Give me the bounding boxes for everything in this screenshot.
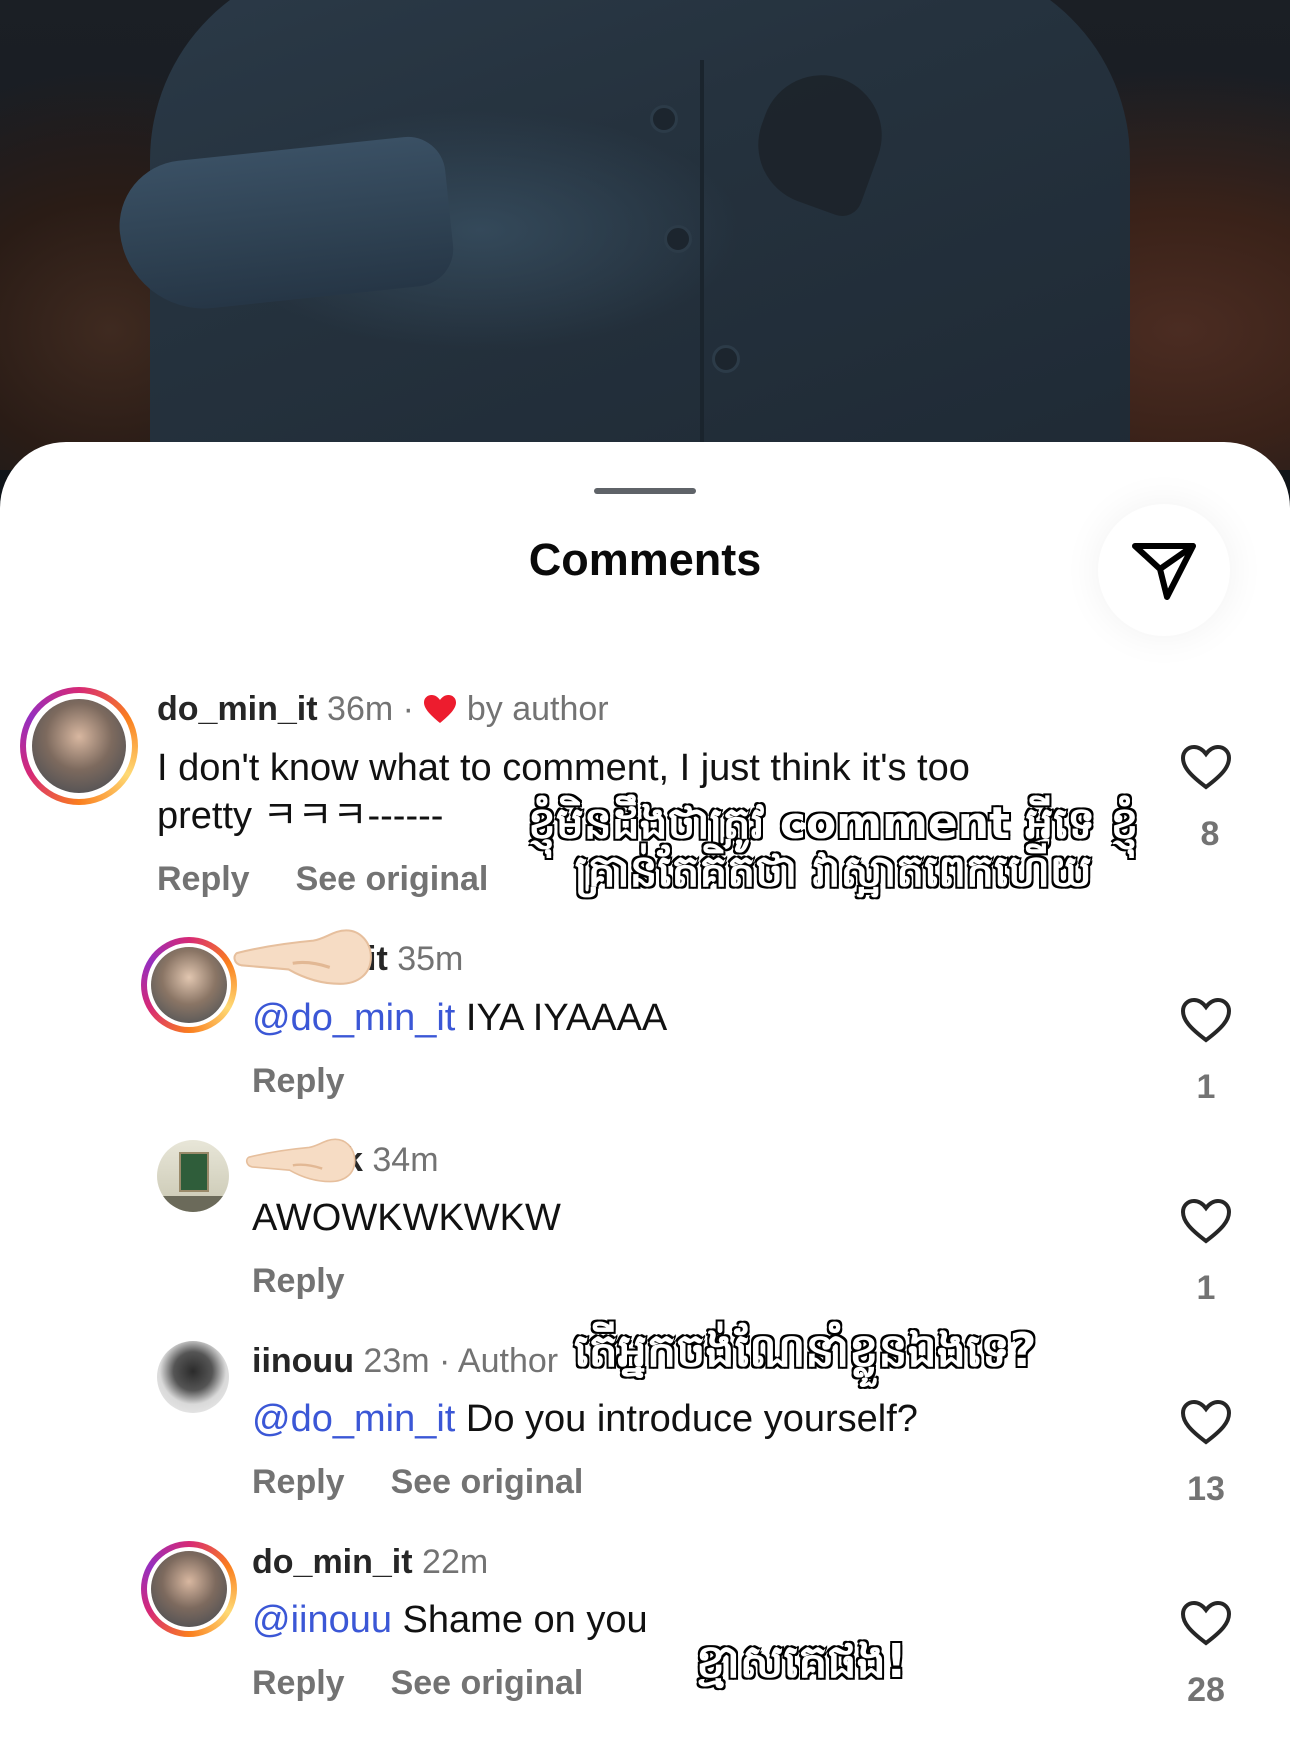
see-original-button[interactable]: See original (391, 1463, 584, 1501)
comment-time: 34m (372, 1141, 439, 1179)
like-count: 8 (1200, 815, 1220, 853)
see-original-button[interactable]: See original (296, 860, 489, 898)
comment-text: AWOWKWKWKW (252, 1197, 561, 1239)
comment-text: Shame on you (392, 1599, 648, 1641)
comment-username[interactable]: do_min_it (252, 1543, 413, 1581)
heart-outline-icon[interactable] (1180, 744, 1232, 790)
caption-overlay: ខ្ញុំមិនដឹងថាត្រូវ comment អ្វីទេ ខ្ញុំ … (527, 798, 1139, 898)
heart-outline-icon[interactable] (1180, 997, 1232, 1043)
avatar[interactable] (157, 1140, 229, 1212)
heart-outline-icon[interactable] (1180, 1198, 1232, 1244)
comment-mention[interactable]: @do_min_it (252, 997, 455, 1039)
comment-time: 23m (363, 1342, 430, 1380)
post-photo (0, 0, 1290, 470)
comment-time: 35m (397, 940, 464, 978)
caption-overlay: តើអ្នកចង់ណែនាំខ្លួនឯងទេ? (573, 1323, 1037, 1377)
like-count: 13 (1187, 1470, 1225, 1508)
send-icon (1132, 543, 1196, 600)
caption-overlay: ខ្មាសគេផង! (695, 1634, 908, 1688)
reply-button[interactable]: Reply (252, 1262, 345, 1300)
reply-button[interactable]: Reply (252, 1062, 345, 1100)
like-count: 28 (1187, 1671, 1225, 1709)
liked-by-author: by author (466, 690, 609, 728)
comment-mention[interactable]: @iinouu (252, 1599, 392, 1641)
see-original-button[interactable]: See original (391, 1664, 584, 1702)
avatar[interactable] (141, 1541, 237, 1637)
reply-button[interactable]: Reply (157, 860, 250, 898)
sheet-title: Comments (528, 534, 762, 585)
sheet-grabber[interactable] (594, 488, 696, 494)
pointing-hand-emoji (245, 1138, 356, 1183)
like-count: 1 (1196, 1269, 1216, 1307)
red-heart-icon (424, 695, 457, 723)
heart-outline-icon[interactable] (1180, 1399, 1232, 1445)
comment-mention[interactable]: @do_min_it (252, 1398, 455, 1440)
comment-text: I don't know what to comment, I just thi… (157, 747, 970, 789)
like-count: 1 (1196, 1068, 1216, 1106)
author-tag: Author (457, 1342, 559, 1380)
reply-button[interactable]: Reply (252, 1463, 345, 1501)
heart-outline-icon[interactable] (1180, 1600, 1232, 1646)
avatar[interactable] (157, 1341, 229, 1413)
reply-button[interactable]: Reply (252, 1664, 345, 1702)
comment-time: 36m (327, 690, 394, 728)
comment-username[interactable]: iinouu (252, 1342, 354, 1380)
comment-time: 22m (422, 1543, 489, 1581)
avatar[interactable] (141, 937, 237, 1033)
avatar[interactable] (20, 687, 138, 805)
comment-text: IYA IYAAAA (455, 997, 668, 1039)
comment-text: Do you introduce yourself? (455, 1398, 918, 1440)
pointing-hand-emoji (233, 929, 372, 985)
share-button[interactable] (1098, 504, 1230, 636)
comment-username[interactable]: do_min_it (157, 690, 318, 728)
